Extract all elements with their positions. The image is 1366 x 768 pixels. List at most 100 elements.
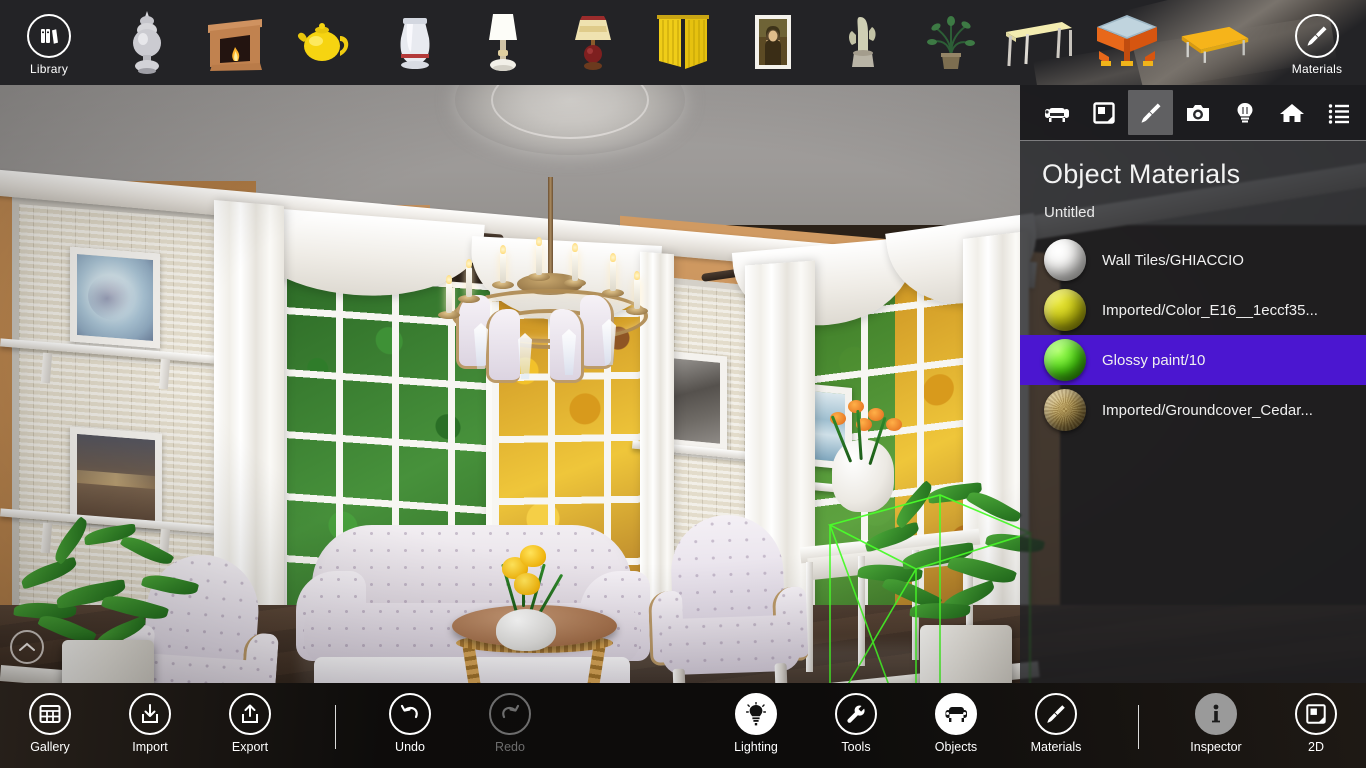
armchair-leg (672, 668, 687, 683)
orange-flower (886, 418, 902, 431)
orange-table-thumbnail[interactable] (1090, 8, 1164, 76)
yellow-flower (514, 573, 540, 595)
table-lamp-thumbnail[interactable] (466, 8, 540, 76)
yellow-flower (520, 545, 546, 567)
undo-button-label: Undo (395, 740, 425, 754)
toolbar-divider-left (335, 705, 336, 749)
materials-top-button-label: Materials (1291, 62, 1343, 76)
import-icon (129, 693, 171, 735)
list-icon (1328, 103, 1349, 124)
export-button-label: Export (231, 740, 269, 754)
chandelier[interactable] (430, 177, 670, 383)
material-row-selected[interactable]: Glossy paint/10 (1020, 335, 1366, 385)
painting-abstract-blue[interactable] (70, 246, 160, 349)
export-button[interactable]: Export (208, 693, 292, 763)
armchair-right[interactable] (647, 512, 809, 683)
paintbrush-icon (1141, 103, 1160, 123)
panel-title: Object Materials (1042, 159, 1241, 189)
fireplace-thumbnail[interactable] (198, 8, 272, 76)
tab-home[interactable] (1269, 90, 1314, 135)
material-swatch (1044, 389, 1086, 431)
twod-button[interactable]: 2D (1274, 693, 1358, 763)
chandelier-stem (548, 177, 553, 277)
import-button-label: Import (132, 740, 168, 754)
yellow-desk-thumbnail[interactable] (1002, 8, 1076, 76)
tab-objects[interactable] (1034, 90, 1079, 135)
library-button[interactable]: Library (12, 14, 86, 82)
tab-lighting[interactable] (1222, 90, 1267, 135)
yellow-curtains-thumbnail[interactable] (646, 8, 720, 76)
flower-vase[interactable] (496, 609, 556, 651)
material-row[interactable]: Imported/Groundcover_Cedar... (1020, 385, 1366, 435)
import-button[interactable]: Import (108, 693, 192, 763)
tab-camera[interactable] (1175, 90, 1220, 135)
plant-pot (62, 640, 154, 683)
chandelier-candle (536, 237, 542, 275)
material-row[interactable]: Wall Tiles/GHIACCIO (1020, 235, 1366, 285)
white-pitcher-thumbnail[interactable] (378, 8, 452, 76)
cactus-thumbnail[interactable] (826, 8, 900, 76)
material-name: Wall Tiles/GHIACCIO (1102, 251, 1244, 269)
silver-vase-thumbnail[interactable] (110, 8, 184, 76)
yellow-teapot-thumbnail[interactable] (288, 8, 362, 76)
inspector-button-label: Inspector (1190, 740, 1242, 754)
tab-list[interactable] (1316, 90, 1361, 135)
objects-button[interactable]: Objects (914, 693, 998, 763)
armchair-icon (1044, 107, 1069, 122)
home-icon (1279, 103, 1304, 122)
wrench-icon (835, 693, 877, 735)
yellow-coffee-table-thumbnail[interactable] (1178, 8, 1252, 76)
antique-lamp-thumbnail[interactable] (556, 8, 630, 76)
materials-list: Wall Tiles/GHIACCIO Imported/Color_E16__… (1020, 235, 1366, 435)
chandelier-candle (466, 259, 472, 297)
plant-pot (920, 625, 1012, 683)
potted-plant-thumbnail[interactable] (914, 8, 988, 76)
materials-top-button[interactable]: Materials (1280, 14, 1354, 82)
undo-button[interactable]: Undo (368, 693, 452, 763)
floorplan-icon (1092, 101, 1115, 124)
chandelier-arm (486, 309, 520, 383)
redo-button-label: Redo (495, 740, 525, 754)
material-name: Imported/Color_E16__1eccf35... (1102, 301, 1318, 319)
panel-tab-strip (1020, 85, 1366, 140)
collapse-toolbar-button[interactable] (10, 630, 44, 664)
chandelier-candle (500, 245, 506, 283)
mona-lisa-painting-thumbnail[interactable] (736, 8, 810, 76)
library-icon (27, 14, 71, 58)
tools-button[interactable]: Tools (814, 693, 898, 763)
gallery-button[interactable]: Gallery (8, 693, 92, 763)
bottom-toolbar-glow (0, 683, 1366, 768)
gallery-icon (29, 693, 71, 735)
undo-icon (389, 693, 431, 735)
lighting-button[interactable]: Lighting (714, 693, 798, 763)
paintbrush-icon (1035, 693, 1077, 735)
bottom-toolbar: Gallery Import Export Undo Redo Lighting… (0, 683, 1366, 768)
redo-button[interactable]: Redo (468, 693, 552, 763)
redo-icon (489, 693, 531, 735)
orange-flower (868, 408, 884, 421)
twod-button-label: 2D (1308, 740, 1324, 754)
tab-plan[interactable] (1081, 90, 1126, 135)
lightbulb-icon (1237, 102, 1252, 122)
camera-icon (1186, 104, 1209, 121)
inspector-button[interactable]: Inspector (1174, 693, 1258, 763)
material-row[interactable]: Imported/Color_E16__1eccf35... (1020, 285, 1366, 335)
materials-button-label: Materials (1030, 740, 1082, 754)
library-toolbar: Library Materials (0, 0, 1366, 85)
toolbar-divider-right (1138, 705, 1139, 749)
floorplan-icon (1295, 693, 1337, 735)
coffee-table[interactable] (452, 545, 617, 683)
material-name: Glossy paint/10 (1102, 351, 1206, 369)
lightbulb-icon (735, 693, 777, 735)
library-button-label: Library (29, 62, 69, 76)
tab-materials[interactable] (1128, 90, 1173, 135)
chandelier-candle (610, 253, 616, 291)
chandelier-candle (572, 243, 578, 281)
object-materials-panel: Object Materials Untitled Wall Tiles/GHI… (1020, 85, 1366, 683)
material-swatch (1044, 289, 1086, 331)
paintbrush-icon (1295, 14, 1339, 58)
materials-button[interactable]: Materials (1014, 693, 1098, 763)
export-icon (229, 693, 271, 735)
painting-landscape-dark[interactable] (70, 426, 162, 529)
lighting-button-label: Lighting (734, 740, 778, 754)
